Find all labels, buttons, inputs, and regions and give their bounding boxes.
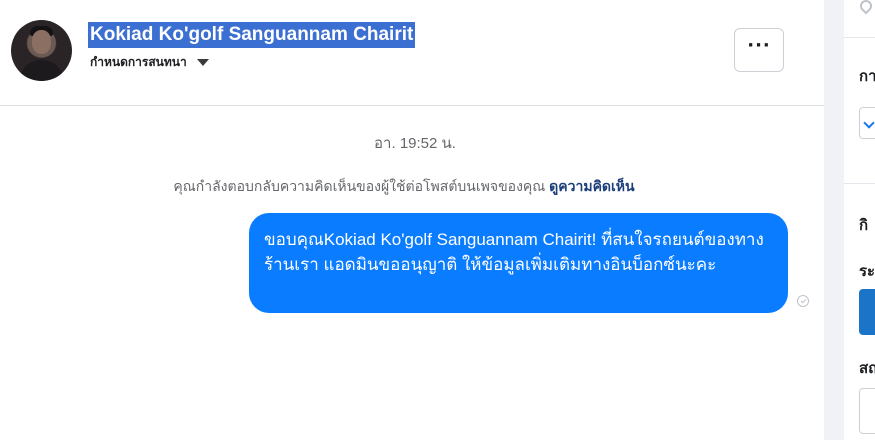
panel-divider (824, 0, 844, 440)
caret-down-icon (196, 58, 209, 66)
message-timestamp: อา. 19:52 น. (374, 135, 456, 152)
avatar[interactable] (11, 20, 72, 81)
contact-name[interactable]: Kokiad Ko'golf Sanguannam Chairit (88, 22, 416, 48)
manage-conversation-label: กำหนดการสนทนา (90, 55, 187, 69)
conversation-header: Kokiad Ko'golf Sanguannam Chairit กำหนดก… (0, 0, 824, 106)
more-dots-icon: ··· (747, 35, 771, 56)
panel-action-button[interactable] (859, 289, 875, 335)
panel-separator (844, 183, 875, 184)
details-panel: กา กิ ระ สถ (844, 0, 875, 440)
comment-reply-notice: คุณกำลังตอบกลับความคิดเห็นของผู้ใช้ต่อโพ… (0, 176, 808, 198)
location-row (844, 0, 875, 38)
location-pin-icon (857, 0, 875, 15)
avatar-shoulders (19, 60, 64, 81)
panel-input[interactable] (859, 388, 875, 434)
view-comment-link[interactable]: ดูความคิดเห็น (549, 178, 634, 194)
sent-check-icon (797, 295, 809, 307)
conversation-pane: Kokiad Ko'golf Sanguannam Chairit กำหนดก… (0, 0, 824, 440)
avatar-face (32, 30, 51, 54)
panel-select[interactable] (859, 107, 875, 139)
chevron-down-icon (863, 117, 875, 129)
manage-conversation-dropdown[interactable]: กำหนดการสนทนา (90, 53, 209, 71)
panel-label-4: สถ (859, 360, 875, 377)
outgoing-message-bubble[interactable]: ขอบคุณKokiad Ko'golf Sanguannam Chairit!… (249, 213, 788, 313)
panel-heading-1: กา (859, 68, 875, 85)
panel-heading-2: กิ (859, 217, 869, 234)
panel-label-3: ระ (859, 263, 875, 280)
more-options-button[interactable]: ··· (734, 28, 784, 72)
notice-text: คุณกำลังตอบกลับความคิดเห็นของผู้ใช้ต่อโพ… (173, 178, 546, 194)
